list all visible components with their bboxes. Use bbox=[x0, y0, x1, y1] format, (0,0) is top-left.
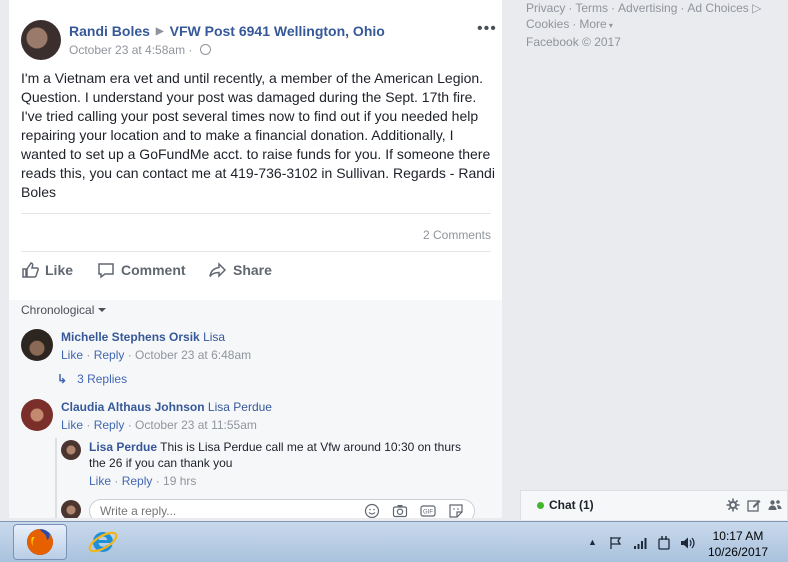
network-signal-icon[interactable] bbox=[633, 536, 649, 550]
comment-reply-link[interactable]: Reply bbox=[94, 348, 125, 362]
emoji-icon[interactable] bbox=[364, 503, 380, 518]
firefox-icon bbox=[27, 529, 53, 555]
comment-tag[interactable]: Lisa bbox=[203, 330, 225, 344]
chat-label: Chat (1) bbox=[549, 498, 594, 512]
sort-label: Chronological bbox=[21, 303, 95, 317]
comment-author[interactable]: Claudia Althaus Johnson bbox=[61, 400, 205, 414]
comment-timestamp[interactable]: October 23 at 11:55am bbox=[135, 418, 257, 432]
comment-sort-dropdown[interactable]: Chronological bbox=[21, 303, 107, 317]
comment-timestamp[interactable]: October 23 at 6:48am bbox=[135, 348, 251, 362]
reply-line-2: the 26 if you can thank you bbox=[89, 456, 232, 470]
footer-links-row-2: Cookies · More ▾ bbox=[526, 17, 613, 31]
comment-line: Michelle Stephens Orsik Lisa bbox=[61, 330, 225, 344]
ad-choices-icon: ▷ bbox=[752, 1, 762, 15]
reply-actions: Like · Reply · 19 hrs bbox=[89, 474, 197, 488]
comment-actions: Like · Reply · October 23 at 11:55am bbox=[61, 418, 257, 432]
system-clock[interactable]: 10:17 AM 10/26/2017 bbox=[708, 528, 768, 560]
svg-text:GIF: GIF bbox=[423, 510, 433, 516]
post-body: I'm a Vietnam era vet and until recently… bbox=[21, 70, 495, 200]
ad-choices-link[interactable]: Ad Choices bbox=[687, 1, 748, 15]
footer-links-row-1: Privacy · Terms · Advertising · Ad Choices ▷ bbox=[526, 1, 762, 15]
more-options-icon[interactable]: ••• bbox=[477, 20, 497, 38]
comment-reply-link[interactable]: Reply bbox=[94, 418, 125, 432]
sticker-icon[interactable] bbox=[448, 503, 464, 518]
caret-down-icon: ▾ bbox=[606, 21, 613, 30]
reply-line-1: Lisa Perdue This is Lisa Perdue call me … bbox=[89, 440, 461, 454]
commenter-avatar[interactable] bbox=[21, 399, 53, 431]
volume-icon[interactable] bbox=[680, 536, 696, 550]
target-page-link[interactable]: VFW Post 6941 Wellington, Ohio bbox=[170, 23, 385, 39]
chat-bar[interactable]: Chat (1) bbox=[520, 490, 788, 520]
reply-text-2: the 26 if you can thank you bbox=[89, 456, 233, 470]
camera-icon[interactable] bbox=[392, 503, 408, 518]
comment-like-link[interactable]: Like bbox=[61, 348, 83, 362]
replies-count: 3 Replies bbox=[77, 372, 128, 386]
thumbs-up-icon bbox=[22, 262, 39, 278]
arrow-right-icon: ▶ bbox=[155, 26, 164, 37]
share-label: Share bbox=[233, 262, 272, 278]
reply-arrow-icon: ↳ bbox=[57, 372, 68, 386]
firefox-taskbar-button[interactable] bbox=[13, 524, 67, 560]
reply-text-1: This is Lisa Perdue call me at Vfw aroun… bbox=[160, 440, 461, 454]
comment-like-link[interactable]: Like bbox=[61, 418, 83, 432]
comment-actions: Like · Reply · October 23 at 6:48am bbox=[61, 348, 252, 362]
author-avatar[interactable] bbox=[21, 20, 61, 60]
reply-timestamp[interactable]: 19 hrs bbox=[163, 474, 196, 488]
privacy-link[interactable]: Privacy bbox=[526, 1, 565, 15]
reply-box[interactable]: GIF bbox=[89, 499, 475, 518]
comment-button[interactable]: Comment bbox=[97, 261, 186, 279]
advertising-link[interactable]: Advertising bbox=[618, 1, 677, 15]
show-hidden-icons-icon[interactable]: ▲ bbox=[588, 537, 597, 547]
view-replies-link[interactable]: ↳ 3 Replies bbox=[57, 372, 127, 386]
clock-date: 10/26/2017 bbox=[707, 545, 768, 559]
terms-link[interactable]: Terms bbox=[575, 1, 608, 15]
comments-count-link[interactable]: 2 Comments bbox=[423, 228, 491, 242]
right-column-footer: Privacy · Terms · Advertising · Ad Choices ▷ C… bbox=[526, 0, 761, 50]
author-line: Randi Boles ▶ VFW Post 6941 Wellington, Oh… bbox=[69, 23, 385, 39]
cookies-link[interactable]: Cookies bbox=[526, 17, 569, 31]
post-timestamp[interactable]: October 23 at 4:58am bbox=[69, 43, 185, 57]
comment-tag[interactable]: Lisa Perdue bbox=[208, 400, 272, 414]
copyright: Facebook © 2017 bbox=[526, 35, 621, 49]
like-label: Like bbox=[45, 262, 74, 278]
post-card: Randi Boles ▶ VFW Post 6941 Wellington, Oh… bbox=[9, 0, 502, 518]
reply-author[interactable]: Lisa Perdue bbox=[89, 440, 157, 454]
comments-section: Chronological Michelle Stephens Orsik Li… bbox=[9, 300, 502, 518]
taskbar: ▲ 10:17 AM 10/26/2017 bbox=[0, 521, 788, 562]
clock-time: 10:17 AM bbox=[712, 529, 764, 543]
reply-thread-line bbox=[55, 438, 57, 518]
reply-like-link[interactable]: Like bbox=[89, 474, 111, 488]
comment-line: Claudia Althaus Johnson Lisa Perdue bbox=[61, 400, 272, 414]
gear-icon[interactable] bbox=[726, 498, 740, 512]
commenter-avatar[interactable] bbox=[21, 329, 53, 361]
internet-explorer-taskbar-button[interactable] bbox=[76, 524, 130, 560]
comment-author[interactable]: Michelle Stephens Orsik bbox=[61, 330, 200, 344]
share-arrow-icon bbox=[209, 262, 227, 278]
flag-icon[interactable] bbox=[609, 536, 623, 550]
reply-reply-link[interactable]: Reply bbox=[122, 474, 153, 488]
compose-icon[interactable] bbox=[747, 498, 761, 512]
gif-icon[interactable]: GIF bbox=[420, 503, 436, 518]
current-user-avatar bbox=[61, 500, 81, 518]
online-status-icon bbox=[537, 502, 544, 509]
comment-label: Comment bbox=[121, 262, 186, 278]
internet-explorer-icon bbox=[88, 531, 118, 553]
speech-bubble-icon bbox=[98, 263, 114, 279]
post-meta: October 23 at 4:58am · bbox=[69, 43, 211, 57]
reply-input[interactable] bbox=[100, 502, 350, 518]
share-button[interactable]: Share bbox=[209, 261, 272, 279]
contacts-icon[interactable] bbox=[768, 498, 782, 512]
like-button[interactable]: Like bbox=[21, 261, 73, 279]
reply-avatar[interactable] bbox=[61, 440, 81, 460]
globe-icon bbox=[199, 44, 211, 55]
author-name[interactable]: Randi Boles bbox=[69, 23, 150, 39]
more-link[interactable]: More bbox=[579, 17, 606, 31]
divider bbox=[21, 251, 491, 252]
caret-down-icon bbox=[98, 308, 107, 312]
power-icon[interactable] bbox=[656, 535, 672, 551]
divider bbox=[21, 213, 491, 214]
